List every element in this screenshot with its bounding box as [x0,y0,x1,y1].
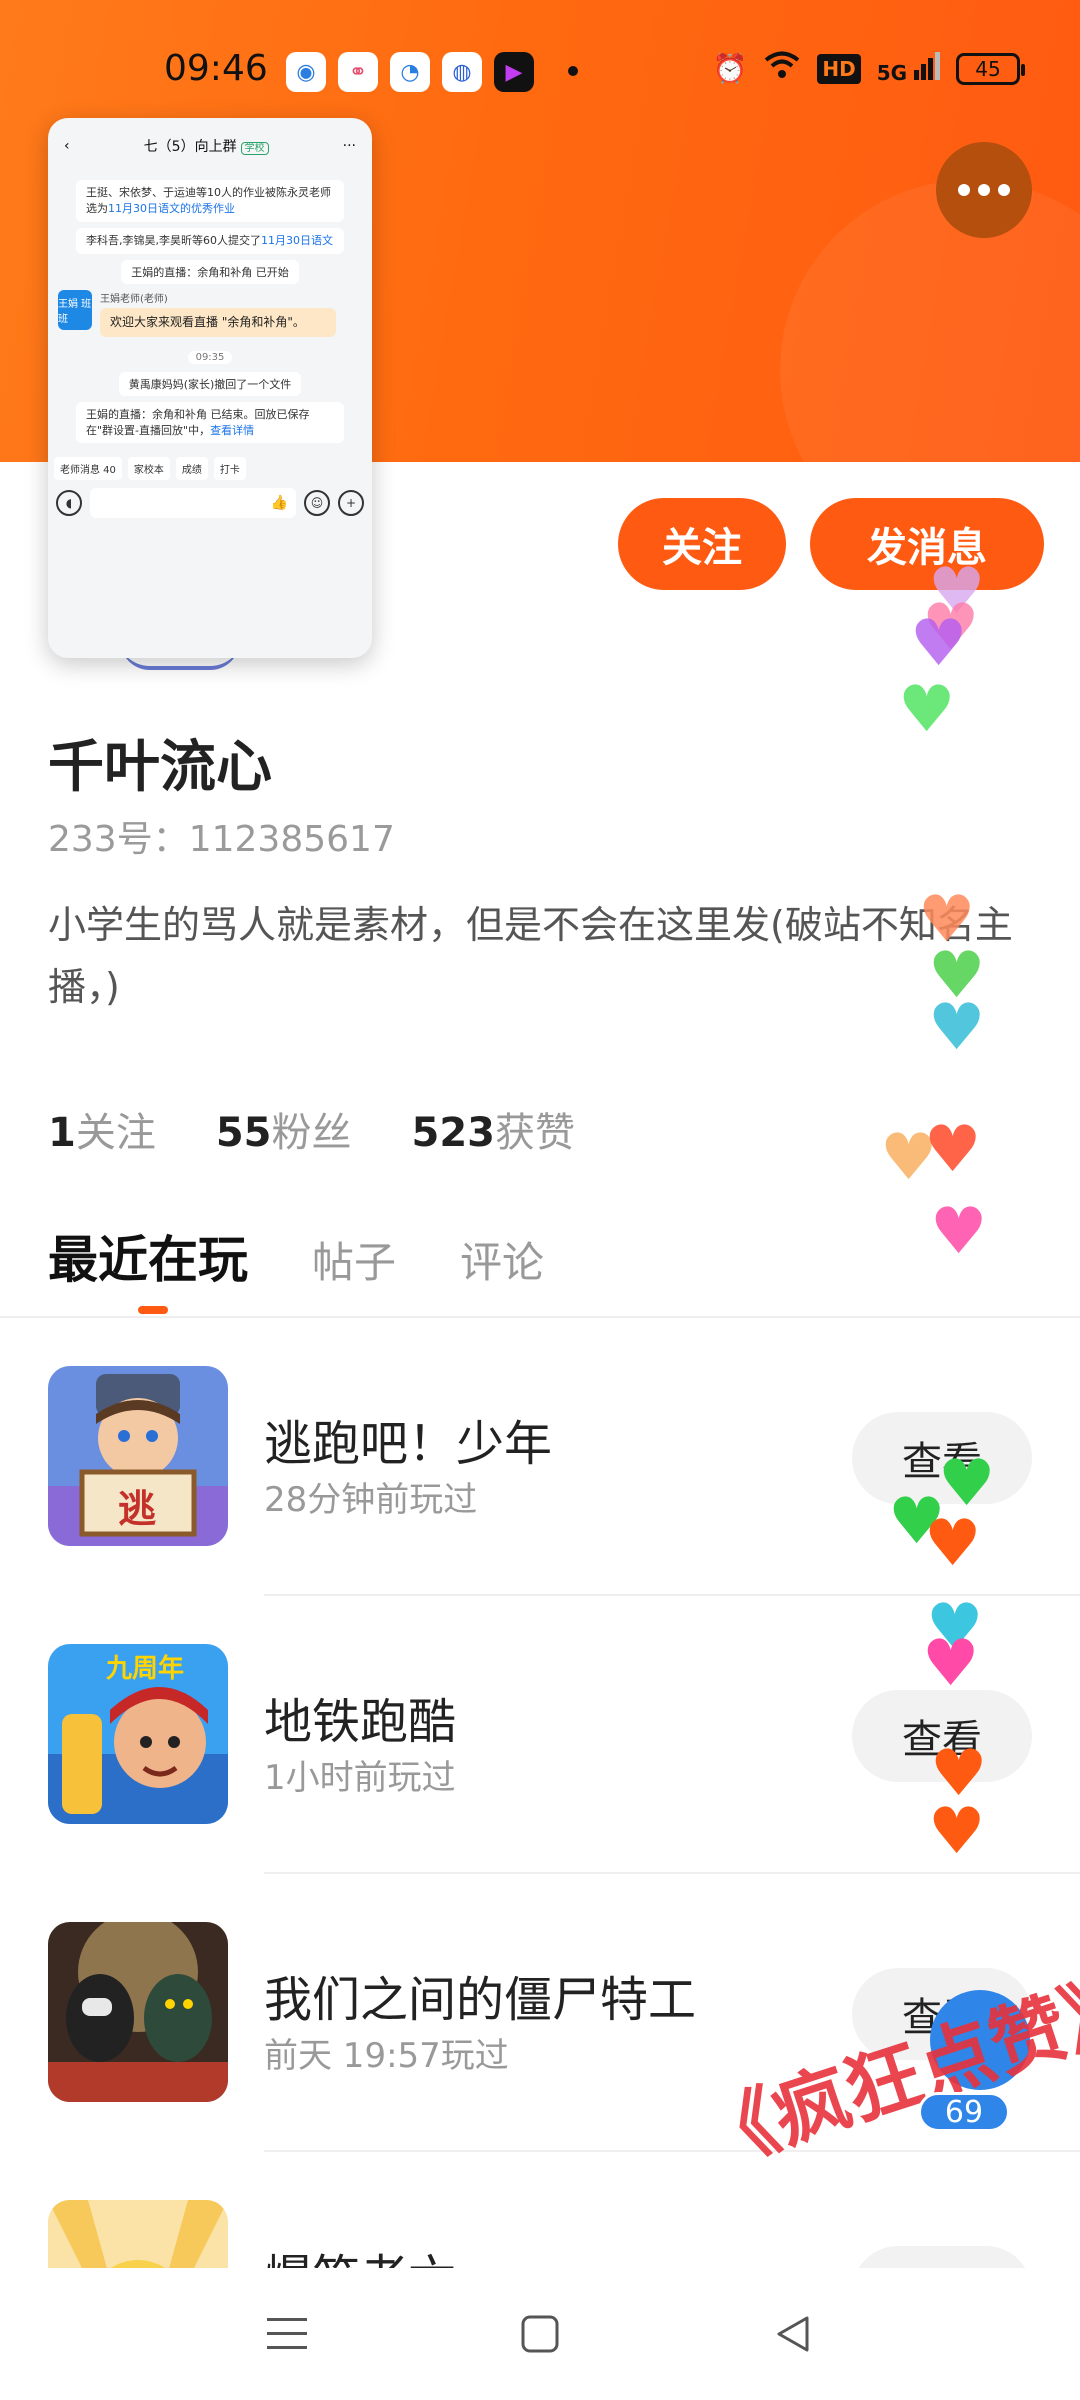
game-icon [48,2200,228,2268]
quick-tab-homework[interactable]: 家校本 [127,457,170,481]
message-bubble[interactable]: 欢迎大家来观看直播 "余角和补角"。 [100,307,336,337]
back-icon[interactable]: ‹ [64,138,70,154]
view-game-button[interactable]: 查看 [852,1690,1032,1782]
quick-tab-grades[interactable]: 成绩 [175,457,208,481]
profile-bio: 小学生的骂人就是素材，但是不会在这里发(破站不知名主播，) [48,903,1013,1009]
view-game-button[interactable]: 查看 [852,2246,1032,2268]
alarm-icon: ⏰ [712,52,748,85]
system-message: 王挺、宋依梦、于运迪等10人的作业被陈永灵老师选为11月30日语文的优秀作业 [76,180,344,222]
game-title: 地铁跑酷 [264,1694,457,1750]
hd-badge: HD [817,53,861,84]
heart-icon: ♥ [930,1195,988,1269]
follow-button[interactable]: 关注 [618,498,786,590]
baidu-notification-icon: ◍ [442,52,482,92]
heart-icon: ♥ [880,1121,938,1195]
profile-tabs: 最近在玩 帖子 评论 [48,1220,544,1292]
system-navigation-bar [0,2268,1080,2400]
last-played-time: 前天 19:57玩过 [264,2036,509,2076]
group-quick-tabs: 老师消息 40 家校本 成绩 打卡 [48,457,372,481]
notification-app-icons: ◉ ⚭ ◔ ◍ ▶ [286,52,534,92]
chat-message: 王娟 班班 王娟老师(老师) 欢迎大家来观看直播 "余角和补角"。 [58,289,362,337]
chat-input[interactable]: 👍 [90,488,296,519]
list-item[interactable]: 爆笑老六 查看 [0,2152,1080,2268]
list-item[interactable]: 九周年 地铁跑酷 1小时前玩过 查看 [0,1596,1080,1874]
live-end-notice: 王娟的直播：余角和补角 已结束。回放已保存在"群设置-直播回放"中，查看详情 [76,401,344,444]
thumbs-up-icon[interactable]: 👍 [271,495,288,511]
game-icon [48,1922,228,2102]
floating-chat-window[interactable]: ‹ 七（5）向上群 学校 ··· 王挺、宋依梦、于运迪等10人的作业被陈永灵老师选… [48,118,372,658]
menu-icon[interactable] [257,2304,317,2364]
heart-icon: ♥ [898,673,956,747]
system-status-icons: ⏰ HD 5G 45 [712,50,1025,87]
heart-icon: ♥ [922,591,980,665]
profile-username: 千叶流心 [48,735,272,800]
stat-likes[interactable]: 523获赞 [412,1100,576,1158]
game-icon: 九周年 [48,1644,228,1824]
game-title: 爆笑老六 [264,2238,456,2268]
game-title: 逃跑吧！少年 [264,1416,553,1472]
stat-following[interactable]: 1关注 [48,1100,156,1158]
tab-recently-played[interactable]: 最近在玩 [48,1220,248,1292]
emoji-icon[interactable]: ☺ [304,490,330,517]
wifi-icon [763,50,801,87]
signal-icon: 5G [877,52,940,85]
quick-tab-teacher-messages[interactable]: 老师消息 40 [54,457,122,481]
tab-comments[interactable]: 评论 [460,1229,544,1290]
last-played-time: 28分钟前玩过 [264,1480,478,1520]
home-icon[interactable] [510,2304,570,2364]
stat-fans[interactable]: 55粉丝 [216,1100,352,1158]
heart-icon: ♥ [910,607,968,681]
profile-stats: 1关注 55粉丝 523获赞 [48,1100,575,1158]
sender-avatar[interactable]: 王娟 班班 [58,289,92,330]
tab-posts[interactable]: 帖子 [312,1229,396,1290]
add-icon[interactable]: + [338,490,364,517]
app-notification-icon: ⚭ [338,52,378,92]
video-notification-icon: ▶ [494,52,534,92]
notification-dot [568,66,578,76]
school-tag: 学校 [240,142,269,155]
mini-window-header: ‹ 七（5）向上群 学校 ··· [48,118,372,174]
voice-icon[interactable]: ◖ [56,490,82,517]
like-count-badge: 69 [918,2092,1010,2132]
system-message: 李科吾,李锦昊,李昊昕等60人提交了11月30日语文 [76,227,344,254]
game-title: 我们之间的僵尸特工 [264,1972,697,2028]
list-item[interactable]: 逃 逃跑吧！少年 28分钟前玩过 查看 [0,1318,1080,1596]
heart-icon: ♥ [924,1113,982,1187]
message-time: 09:35 [187,350,233,364]
recall-notice: 黄禹康妈妈(家长)撤回了一个文件 [118,371,302,396]
sender-name: 王娟老师(老师) [100,293,168,305]
more-options-button[interactable] [936,142,1032,238]
send-message-button[interactable]: 发消息 [810,498,1044,590]
more-icon[interactable]: ··· [343,138,356,154]
quick-tab-checkin[interactable]: 打卡 [213,457,246,481]
app-notification-icon: ◔ [390,52,430,92]
live-start-notice: 王娟的直播：余角和补角 已开始 [121,259,299,284]
recently-played-list: 逃 逃跑吧！少年 28分钟前玩过 查看 九周年 地铁跑酷 1小时前玩过 查看 我… [0,1318,1080,2268]
chat-input-bar: ◖ 👍 ☺ + [48,488,372,519]
view-game-button[interactable]: 查看 [852,1412,1032,1504]
profile-user-id[interactable]: 233号：112385617 [48,810,395,862]
app-notification-icon: ◉ [286,52,326,92]
back-icon[interactable] [763,2304,823,2364]
status-time: 09:46 [164,48,268,89]
last-played-time: 1小时前玩过 [264,1758,456,1798]
game-icon: 逃 [48,1366,228,1546]
battery-icon: 45 [956,52,1025,85]
group-title: 七（5）向上群 [143,139,237,155]
active-tab-indicator [138,1306,168,1314]
view-details-link[interactable]: 查看详情 [210,424,254,437]
